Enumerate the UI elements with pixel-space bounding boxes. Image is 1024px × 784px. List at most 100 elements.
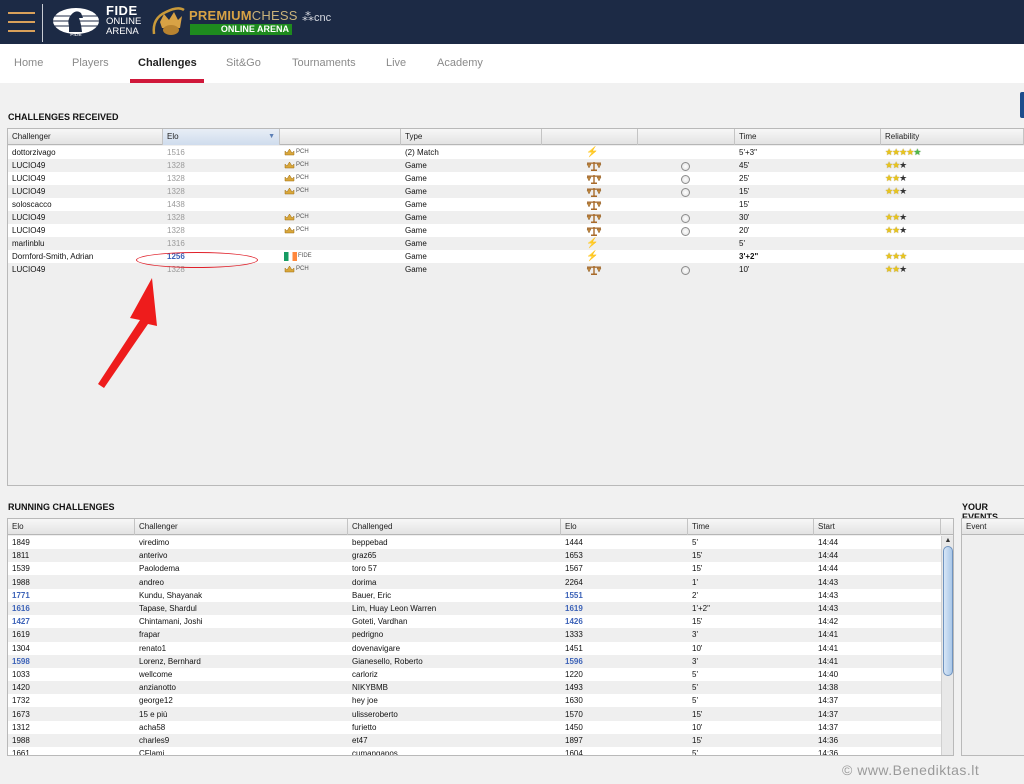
challenger-name: LUCIO49	[12, 161, 46, 170]
running-scrollbar[interactable]: ▲	[941, 536, 953, 755]
running-row[interactable]: 1988 charles9 et47 1897 15' 14:36	[8, 734, 941, 747]
running-row[interactable]: 1616 Tapase, Shardul Lim, Huay Leon Warren…	[8, 602, 941, 615]
col-header-rated[interactable]	[638, 129, 735, 145]
challenge-row[interactable]: LUCIO49 1328 PCH Game 15' ★★★	[8, 185, 1024, 198]
running-row[interactable]: 1598 Lorenz, Bernhard Gianesello, Roberto 1…	[8, 654, 941, 668]
col-header-start[interactable]: Start	[814, 519, 941, 535]
cnc-logo: ⁂cnc	[302, 10, 331, 24]
challenged-elo: 2264	[565, 577, 583, 587]
start-time: 14:43	[818, 604, 839, 613]
challenger-elo: 1312	[12, 722, 30, 732]
nav-tab-live[interactable]: Live	[386, 57, 406, 69]
col-header-challenger[interactable]: Challenger	[135, 519, 348, 535]
col-header-elo[interactable]: Elo ▼	[163, 129, 280, 145]
platform-cell	[280, 237, 401, 250]
running-row[interactable]: 1732 george12 hey joe 1630 5' 14:37	[8, 694, 941, 708]
challenge-type: Game	[405, 200, 427, 209]
running-row[interactable]: 1420 anzianotto NIKYBMB 1493 5' 14:38	[8, 681, 941, 695]
challenged-name: Lim, Huay Leon Warren	[352, 604, 437, 613]
running-row[interactable]: 1988 andreo dorima 2264 1' 14:43	[8, 575, 941, 589]
start-time: 14:37	[818, 722, 839, 732]
challenge-row[interactable]: soloscacco 1438 Game 15'	[8, 198, 1024, 211]
time-control: 45'	[739, 161, 750, 170]
platform-cell: FIDE	[280, 250, 401, 263]
select-radio[interactable]	[681, 174, 690, 184]
running-row[interactable]: 1849 viredimo beppebad 1444 5' 14:44	[8, 536, 941, 549]
challenge-row[interactable]: LUCIO49 1328 PCH Game 45' ★★★	[8, 159, 1024, 172]
table-header: Event	[962, 519, 1024, 535]
col-header-time[interactable]: Time	[735, 129, 881, 145]
reliability-stars	[881, 237, 1024, 250]
running-row[interactable]: 1661 CFlami cumanganos 1604 5' 14:36	[8, 747, 941, 756]
challenger-name: dottorzivago	[12, 148, 56, 157]
running-row[interactable]: 1811 anterivo graz65 1653 15' 14:44	[8, 549, 941, 563]
star-icon: ★	[899, 264, 907, 274]
running-row[interactable]: 1312 acha58 furietto 1450 10' 14:37	[8, 720, 941, 734]
stars-group: ★★★	[885, 263, 907, 276]
col-header-time[interactable]: Time	[688, 519, 814, 535]
challenge-row[interactable]: LUCIO49 1328 PCH Game 25' ★★★	[8, 172, 1024, 185]
running-row[interactable]: 1427 Chintamani, Joshi Goteti, Vardhan 1426…	[8, 615, 941, 629]
scroll-thumb[interactable]	[943, 546, 953, 676]
running-row[interactable]: 1539 Paolodema toro 57 1567 15' 14:44	[8, 562, 941, 576]
time-control: 15'	[739, 200, 750, 209]
col-header-challenged[interactable]: Challenged	[348, 519, 561, 535]
challenger-name: CFlami	[139, 749, 165, 756]
time-control: 1'+2"	[692, 604, 710, 613]
challenger-name: LUCIO49	[12, 213, 46, 222]
running-row[interactable]: 1771 Kundu, Shayanak Bauer, Eric 1551 2' 14:4…	[8, 588, 941, 602]
challenge-type: Game	[405, 213, 427, 222]
col-header-challenger[interactable]: Challenger	[8, 129, 163, 145]
col-header-elo2[interactable]: Elo	[561, 519, 688, 535]
hamburger-menu-icon[interactable]	[8, 12, 35, 32]
running-row[interactable]: 1619 frapar pedrigno 1333 3' 14:41	[8, 628, 941, 642]
time-control: 5'	[692, 670, 698, 679]
col-header-speed[interactable]	[542, 129, 638, 145]
grape-icon: ⁂	[302, 10, 314, 24]
star-icon: ★	[899, 251, 907, 261]
speed-cell	[542, 263, 638, 276]
nav-tab-home[interactable]: Home	[14, 57, 43, 69]
challenger-elo: 1420	[12, 683, 30, 693]
col-header-type[interactable]: Type	[401, 129, 542, 145]
reliability-stars: ★★★	[881, 211, 1024, 224]
challenger-name: 15 e più	[139, 709, 168, 719]
start-time: 14:41	[818, 630, 839, 640]
col-header-event[interactable]: Event	[962, 519, 1024, 535]
time-control: 5'	[692, 749, 698, 756]
time-control: 3'+2"	[739, 252, 759, 261]
select-radio[interactable]	[681, 265, 690, 275]
col-header-reliability[interactable]: Reliability	[881, 129, 1024, 145]
time-control: 5'	[692, 696, 698, 706]
stars-group: ★★★	[885, 224, 907, 237]
select-radio[interactable]	[681, 213, 690, 223]
select-radio[interactable]	[681, 226, 690, 236]
challenger-elo: 1033	[12, 670, 30, 679]
nav-tab-academy[interactable]: Academy	[437, 57, 483, 69]
select-radio[interactable]	[681, 187, 690, 197]
start-time: 14:37	[818, 709, 839, 719]
fide-logo-icon[interactable]: FIDE	[52, 6, 100, 38]
nav-tab-sitgo[interactable]: Sit&Go	[226, 57, 261, 69]
nav-tab-challenges[interactable]: Challenges	[138, 57, 197, 69]
premium-chess-crown-logo-icon[interactable]	[150, 4, 188, 40]
challenge-row[interactable]: LUCIO49 1328 PCH Game 30' ★★★	[8, 211, 1024, 224]
running-row[interactable]: 1033 wellcome carloriz 1220 5' 14:40	[8, 668, 941, 681]
premium-light-text: CHESS	[251, 8, 298, 23]
nav-tab-players[interactable]: Players	[72, 57, 109, 69]
time-control: 15'	[739, 187, 750, 196]
col-header-elo1[interactable]: Elo	[8, 519, 135, 535]
challenge-row[interactable]: marlinblu 1316 Game ⚡ 5'	[8, 237, 1024, 250]
running-row[interactable]: 1304 renato1 dovenavigare 1451 10' 14:41	[8, 641, 941, 655]
side-panel-button[interactable]	[1020, 92, 1024, 118]
col-header-platform[interactable]	[280, 129, 401, 145]
scroll-up-arrow-icon[interactable]: ▲	[942, 536, 953, 546]
speed-cell	[542, 198, 638, 211]
select-radio[interactable]	[681, 161, 690, 171]
platform-cell: PCH	[280, 185, 401, 198]
running-row[interactable]: 1673 15 e più ulisseroberto 1570 15' 14:37	[8, 707, 941, 721]
nav-tab-tournaments[interactable]: Tournaments	[292, 57, 356, 69]
challenge-row[interactable]: dottorzivago 1516 PCH (2) Match ⚡ 5'+3" ★★★★★	[8, 146, 1024, 159]
challenge-row[interactable]: LUCIO49 1328 PCH Game 20' ★★★	[8, 224, 1024, 237]
start-time: 14:44	[818, 538, 839, 547]
